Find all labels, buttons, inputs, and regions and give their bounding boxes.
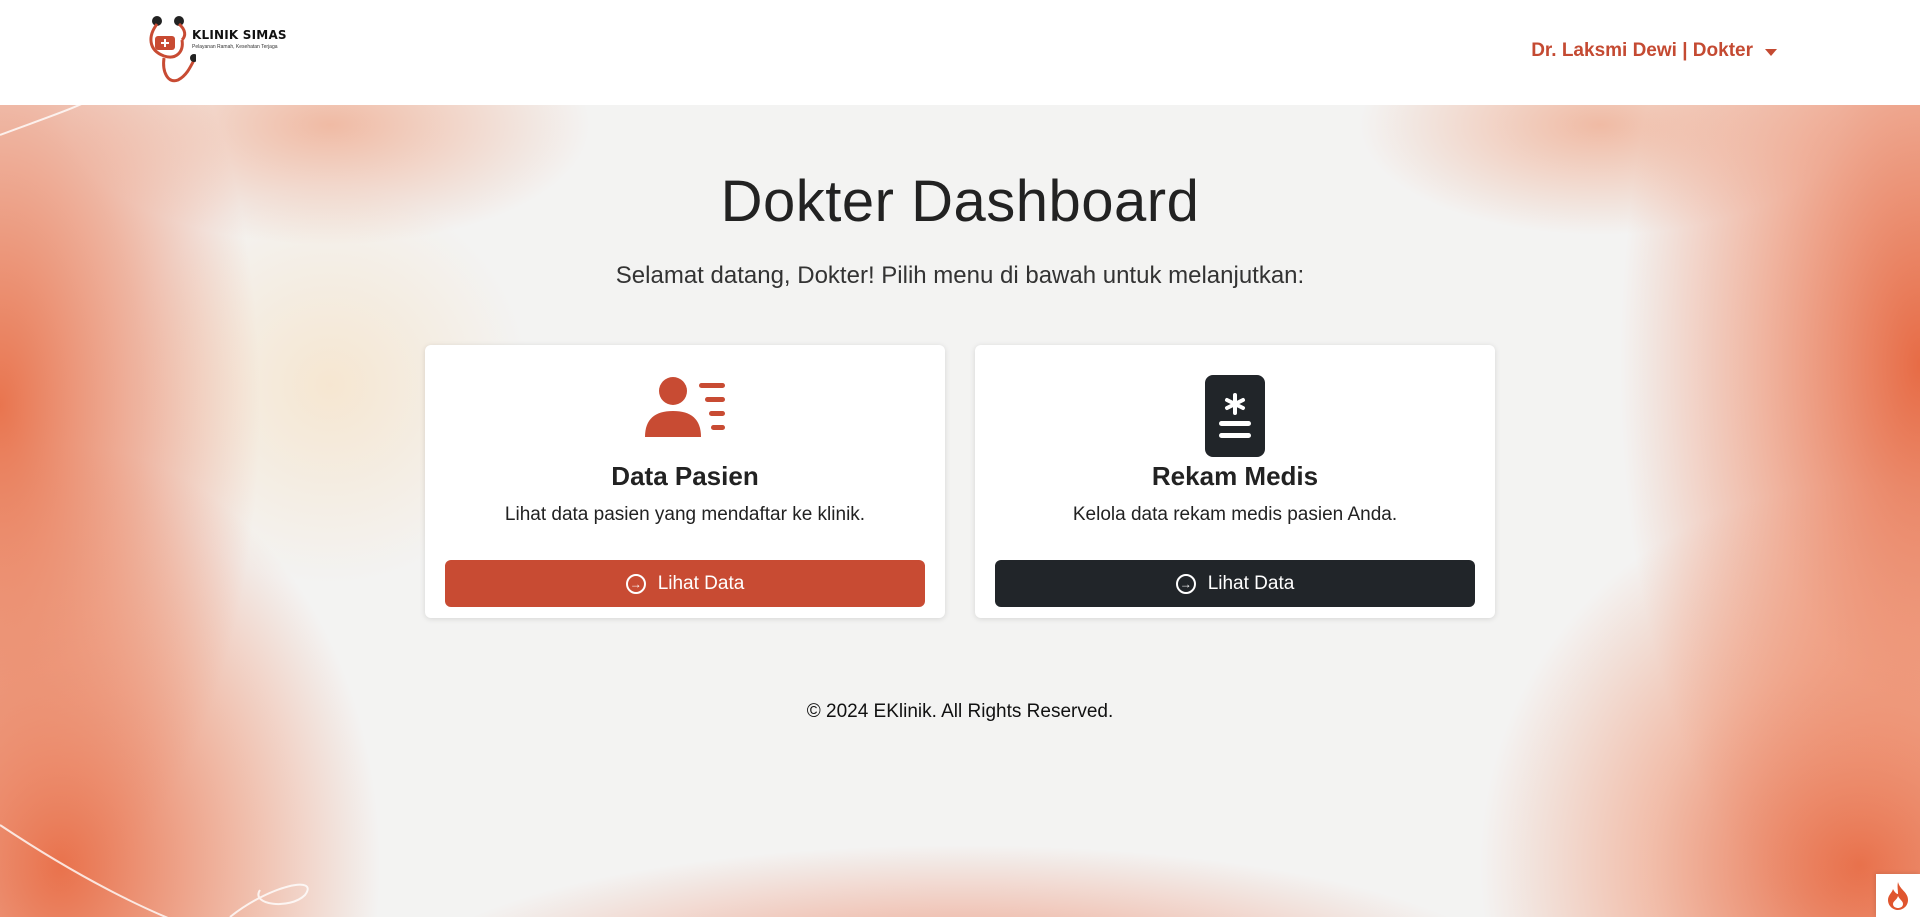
page-title: Dokter Dashboard [720,169,1200,234]
patient-list-icon [425,375,945,457]
medical-record-icon [975,375,1495,457]
arrow-right-circle-icon: → [625,573,646,594]
navbar: KLINIK SIMAS Pelayanan Ramah, Kesehatan … [0,0,1920,105]
fire-icon [1888,881,1908,910]
button-label: Lihat Data [657,572,745,594]
user-dropdown-toggle[interactable]: Dr. Laksmi Dewi | Dokter [1531,40,1777,62]
lihat-data-pasien-button[interactable]: → Lihat Data [445,560,925,607]
stethoscope-logo-icon [149,16,198,83]
clinic-logo[interactable]: KLINIK SIMAS Pelayanan Ramah, Kesehatan … [146,14,296,86]
button-label: Lihat Data [1207,572,1295,594]
floating-fire-button[interactable] [1876,874,1920,917]
card-title: Rekam Medis [1151,461,1319,491]
card-rekam-medis: Rekam Medis Kelola data rekam medis pasi… [975,345,1495,618]
user-label: Dr. Laksmi Dewi | Dokter [1531,40,1753,61]
page-subtitle: Selamat datang, Dokter! Pilih menu di ba… [615,262,1305,289]
card-description: Lihat data pasien yang mendaftar ke klin… [504,504,866,525]
brand-tagline: Pelayanan Ramah, Kesehatan Terjaga [192,44,278,50]
brand-name: KLINIK SIMAS [192,28,287,42]
card-data-pasien: Data Pasien Lihat data pasien yang menda… [425,345,945,618]
caret-down-icon [1765,48,1777,56]
footer-copyright: © 2024 EKlinik. All Rights Reserved. [806,701,1114,722]
card-title: Data Pasien [611,461,759,491]
arrow-right-circle-icon: → [1175,573,1196,594]
card-description: Kelola data rekam medis pasien Anda. [1072,504,1398,525]
lihat-data-rekam-medis-button[interactable]: → Lihat Data [995,560,1475,607]
